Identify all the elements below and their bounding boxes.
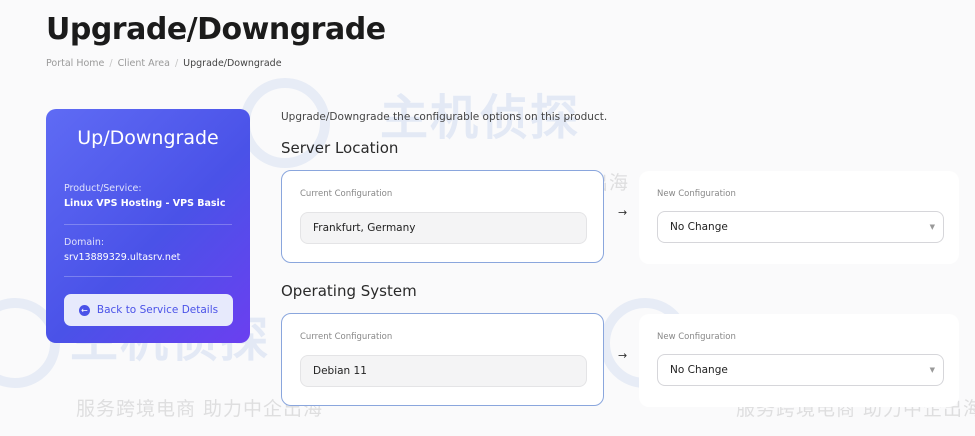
breadcrumb: Portal Home / Client Area / Upgrade/Down… xyxy=(46,58,282,69)
breadcrumb-current: Upgrade/Downgrade xyxy=(183,58,282,69)
new-config-label: New Configuration xyxy=(657,332,736,342)
breadcrumb-portal-home[interactable]: Portal Home xyxy=(46,58,104,69)
current-config-value-operating-system: Debian 11 xyxy=(300,355,587,387)
back-button-label: Back to Service Details xyxy=(96,304,219,316)
card-divider xyxy=(64,276,232,277)
new-config-box-server-location: New Configuration No Change ▼ xyxy=(639,171,959,264)
new-config-select-server-location[interactable]: No Change ▼ xyxy=(657,211,944,243)
product-label: Product/Service: xyxy=(64,183,142,194)
page-title: Upgrade/Downgrade xyxy=(46,12,386,47)
section-title-server-location: Server Location xyxy=(281,139,399,157)
card-divider xyxy=(64,224,232,225)
current-config-box-server-location: Current Configuration Frankfurt, Germany xyxy=(281,170,604,263)
current-config-label: Current Configuration xyxy=(300,332,393,342)
new-config-box-operating-system: New Configuration No Change ▼ xyxy=(639,314,959,407)
product-value: Linux VPS Hosting - VPS Basic xyxy=(64,198,226,209)
intro-text: Upgrade/Downgrade the configurable optio… xyxy=(281,111,608,123)
new-config-label: New Configuration xyxy=(657,189,736,199)
domain-value: srv13889329.ultasrv.net xyxy=(64,252,181,263)
section-title-operating-system: Operating System xyxy=(281,282,417,300)
arrow-right-icon: → xyxy=(618,206,628,219)
arrow-left-circle-icon: ← xyxy=(78,304,90,316)
new-config-selected-value: No Change xyxy=(670,221,728,233)
breadcrumb-client-area[interactable]: Client Area xyxy=(118,58,170,69)
service-summary-card: Up/Downgrade Product/Service: Linux VPS … xyxy=(46,109,250,343)
current-config-label: Current Configuration xyxy=(300,189,393,199)
dropdown-caret-icon: ▼ xyxy=(929,366,935,374)
dropdown-caret-icon: ▼ xyxy=(929,223,935,231)
card-title: Up/Downgrade xyxy=(77,127,219,149)
current-config-value-server-location: Frankfurt, Germany xyxy=(300,212,587,244)
arrow-right-icon: → xyxy=(618,349,628,362)
domain-label: Domain: xyxy=(64,237,105,248)
new-config-selected-value: No Change xyxy=(670,364,728,376)
breadcrumb-separator: / xyxy=(109,58,113,69)
back-to-service-details-button[interactable]: ← Back to Service Details xyxy=(64,294,233,326)
new-config-select-operating-system[interactable]: No Change ▼ xyxy=(657,354,944,386)
current-config-box-operating-system: Current Configuration Debian 11 xyxy=(281,313,604,406)
breadcrumb-separator: / xyxy=(174,58,179,69)
